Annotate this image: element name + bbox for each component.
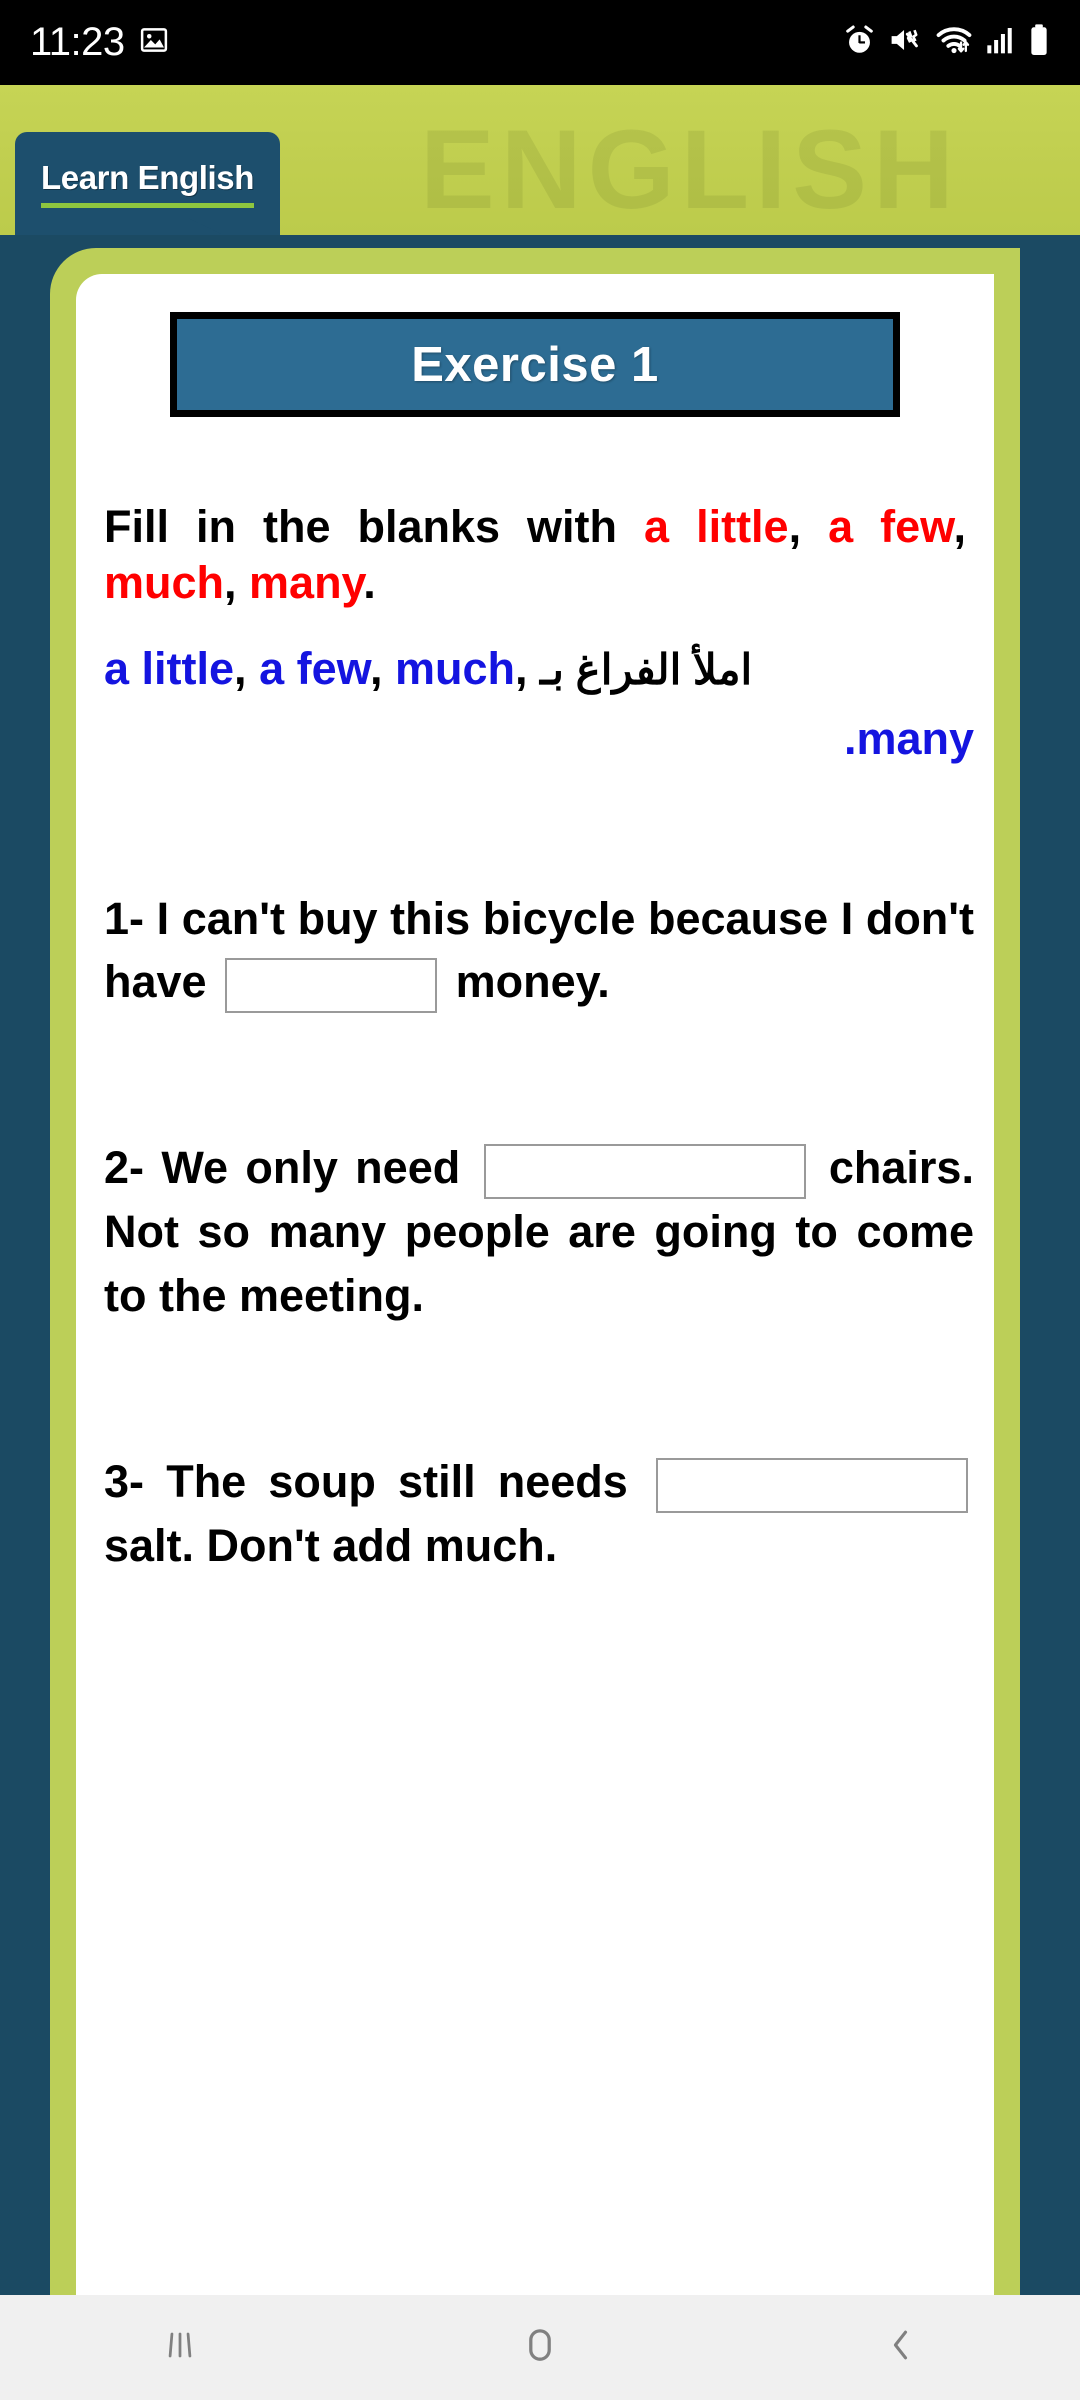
status-bar-left: 11:23: [30, 20, 169, 65]
wifi-icon: [936, 24, 972, 61]
instruction-sep-2: ,: [953, 501, 966, 552]
brand-tab[interactable]: Learn English: [15, 132, 281, 235]
header-watermark-text: ENGLISH: [420, 107, 960, 232]
question-2: 2- We only need chairs. Not so many peop…: [104, 1136, 974, 1328]
instruction-arabic: a little, a few, much, املأ الفراغ بـ: [104, 640, 974, 699]
exercise-content: Fill in the blanks with a little, a few,…: [76, 499, 994, 1578]
instruction-keyword-a-few: a few: [828, 501, 954, 552]
instruction-ar-keyword-much: much: [394, 642, 515, 694]
app-header: ENGLISH Learn English: [0, 85, 1080, 235]
exercise-card-inner: Exercise 1 Fill in the blanks with a lit…: [76, 274, 994, 2300]
recents-icon: [158, 2323, 202, 2372]
instruction-keyword-much: much: [104, 557, 225, 609]
question-3: 3- The soup still needs salt. Don't add …: [104, 1450, 974, 1578]
back-icon: [878, 2323, 922, 2372]
instruction-ar-sep-1: ,: [234, 642, 260, 694]
exercise-title: Exercise 1: [411, 337, 659, 392]
instruction-arabic-phrase: املأ الفراغ بـ: [539, 645, 753, 693]
instruction-ar-sep-3: ,: [514, 642, 540, 694]
question-1-blank-input[interactable]: [225, 958, 438, 1013]
instruction-sep-1: ,: [788, 501, 829, 552]
home-icon: [517, 2322, 563, 2373]
home-button[interactable]: [480, 2295, 600, 2400]
status-bar: 11:23: [0, 0, 1080, 85]
exercise-title-box: Exercise 1: [170, 312, 900, 417]
instruction-ar-keyword-a-few: a few: [259, 642, 370, 694]
instruction-english: Fill in the blanks with a little, a few,…: [104, 499, 974, 612]
question-3-number: 3-: [104, 1455, 145, 1507]
question-2-number: 2-: [104, 1142, 145, 1194]
system-nav-bar: [0, 2295, 1080, 2400]
question-1: 1- I can't buy this bicycle because I do…: [104, 887, 974, 1015]
instruction-arabic-tail: .many: [104, 710, 974, 769]
instruction-keyword-many: many: [249, 557, 364, 609]
instruction-text-1: Fill in the blanks with: [104, 501, 645, 552]
recents-button[interactable]: [120, 2295, 240, 2400]
back-button[interactable]: [840, 2295, 960, 2400]
status-clock: 11:23: [30, 20, 125, 64]
instruction-ar-keyword-many: .many: [843, 713, 974, 764]
question-2-text-before: We only need: [161, 1142, 461, 1194]
battery-icon: [1028, 23, 1050, 62]
instruction-sep-3: ,: [224, 557, 250, 609]
image-icon: [139, 25, 169, 60]
question-3-blank-input[interactable]: [656, 1457, 968, 1513]
question-3-text-after: salt. Don't add much.: [104, 1519, 558, 1571]
instruction-keyword-a-little: a little: [644, 501, 789, 552]
question-1-text-after: money.: [455, 956, 610, 1008]
mute-vibrate-icon: [889, 24, 923, 61]
status-bar-right: [843, 23, 1050, 62]
instruction-ar-sep-2: ,: [369, 642, 395, 694]
instruction-end: .: [363, 557, 376, 609]
brand-tab-underline: [41, 203, 255, 208]
signal-icon: [985, 24, 1015, 61]
question-1-number: 1-: [104, 892, 145, 944]
brand-tab-label: Learn English: [41, 159, 255, 196]
question-2-blank-input[interactable]: [483, 1143, 806, 1199]
exercise-card: Exercise 1 Fill in the blanks with a lit…: [50, 248, 1020, 2300]
instruction-ar-keyword-a-little: a little: [104, 642, 235, 694]
alarm-icon: [843, 24, 876, 62]
question-3-text-before: The soup still needs: [166, 1455, 628, 1507]
